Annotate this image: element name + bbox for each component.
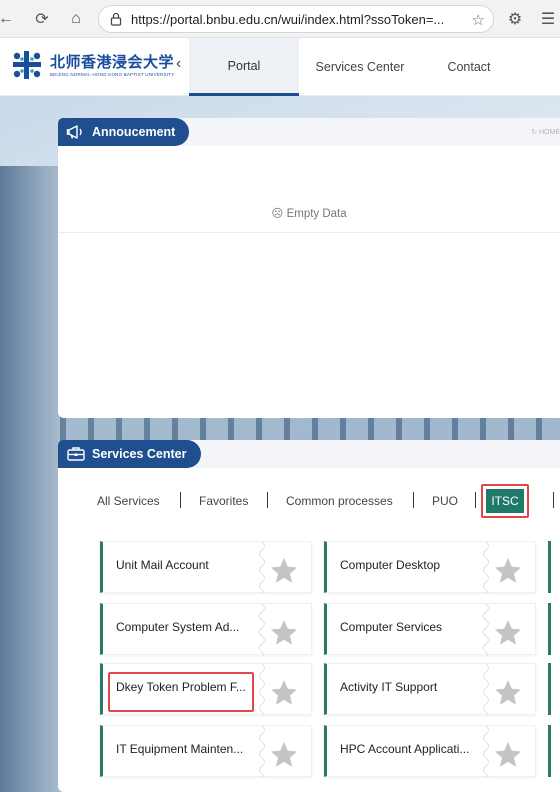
portal-header: 北师香港浸会大学 BEIJING NORMAL-HONG KONG BAPTIS… xyxy=(0,38,560,96)
service-item-label: Computer Desktop xyxy=(340,558,441,572)
service-item[interactable]: IT Equipment Mainten... xyxy=(100,725,312,779)
more-link[interactable]: ↻ HOME xyxy=(531,128,560,136)
announcement-card: Annoucement ↻ HOME ☹ Empty Data xyxy=(58,118,560,418)
service-item[interactable]: Computer Desktop xyxy=(324,541,536,595)
university-logo-icon xyxy=(13,51,41,79)
favorite-star-icon[interactable] xyxy=(493,556,523,586)
lock-icon xyxy=(110,12,122,26)
favorites-list-icon[interactable]: ☰ xyxy=(536,7,560,31)
service-item[interactable]: Computer Services xyxy=(324,603,536,657)
nav-tab-services-center[interactable]: Services Center xyxy=(305,38,415,96)
address-bar[interactable]: https://portal.bnbu.edu.cn/wui/index.htm… xyxy=(98,5,494,33)
favorite-star-icon[interactable] xyxy=(269,556,299,586)
extensions-icon[interactable]: ⚙ xyxy=(503,7,527,31)
service-item[interactable]: Computer System Ad... xyxy=(100,603,312,657)
services-center-title-tab: Services Center xyxy=(58,440,201,468)
dkey-highlight-box xyxy=(108,672,254,712)
service-item-label: Computer System Ad... xyxy=(116,620,240,634)
home-link-label: HOME xyxy=(539,129,560,136)
tab-itsc-label: ITSC xyxy=(491,494,519,508)
nav-tab-label: Services Center xyxy=(315,60,405,74)
nav-tab-contact[interactable]: Contact xyxy=(424,38,514,96)
tab-separator xyxy=(553,492,554,508)
decorative-wave xyxy=(483,663,493,717)
nav-tab-portal[interactable]: Portal xyxy=(189,38,299,96)
favorite-star-icon[interactable] xyxy=(493,678,523,708)
service-item-label: Activity IT Support xyxy=(340,680,438,694)
decorative-wave xyxy=(259,725,269,779)
nav-tab-label: Contact xyxy=(447,60,491,74)
favorite-star-icon[interactable] xyxy=(493,740,523,770)
service-item-partial[interactable] xyxy=(548,603,560,655)
nav-tab-label: Portal xyxy=(227,58,261,73)
favorite-star-icon[interactable]: ☆ xyxy=(472,11,485,29)
refresh-small-icon: ↻ xyxy=(531,129,539,136)
url-text: https://portal.bnbu.edu.cn/wui/index.htm… xyxy=(131,11,445,27)
tab-common-processes[interactable]: Common processes xyxy=(286,494,393,508)
favorite-star-icon[interactable] xyxy=(269,740,299,770)
service-item-label: IT Equipment Mainten... xyxy=(116,742,244,756)
refresh-icon[interactable]: ⟳ xyxy=(30,7,54,31)
service-item[interactable]: HPC Account Applicati... xyxy=(324,725,536,779)
service-item-label: Unit Mail Account xyxy=(116,558,209,572)
divider xyxy=(58,232,560,233)
service-item[interactable]: Unit Mail Account xyxy=(100,541,312,595)
service-item-label: HPC Account Applicati... xyxy=(340,742,470,756)
logo-title-cn: 北师香港浸会大学 xyxy=(50,53,175,71)
decorative-wave xyxy=(259,663,269,717)
favorite-star-icon[interactable] xyxy=(269,678,299,708)
back-icon[interactable]: ← xyxy=(0,7,18,31)
announcement-title: Annoucement xyxy=(92,125,176,139)
service-item-partial[interactable] xyxy=(548,725,560,777)
favorite-star-icon[interactable] xyxy=(269,618,299,648)
empty-data-label: Empty Data xyxy=(286,208,347,220)
browser-toolbar: ← ⟳ ⌂ https://portal.bnbu.edu.cn/wui/ind… xyxy=(0,0,560,38)
service-item-partial[interactable] xyxy=(548,541,560,593)
home-icon[interactable]: ⌂ xyxy=(64,7,88,31)
announcement-title-tab: Annoucement xyxy=(58,118,190,146)
megaphone-icon xyxy=(66,125,82,139)
decorative-wave xyxy=(483,541,493,595)
decorative-wave xyxy=(483,725,493,779)
tab-separator xyxy=(180,492,181,508)
logo-title-en: BEIJING NORMAL-HONG KONG BAPTIST UNIVERS… xyxy=(50,72,175,77)
service-item-label: Computer Services xyxy=(340,620,443,634)
building-shape xyxy=(0,166,60,792)
empty-data-message: ☹ Empty Data xyxy=(58,206,560,220)
tab-separator xyxy=(267,492,268,508)
tab-separator xyxy=(413,492,414,508)
favorite-star-icon[interactable] xyxy=(493,618,523,648)
chevron-left-icon[interactable]: ‹ xyxy=(176,55,181,73)
service-item[interactable]: Activity IT Support xyxy=(324,663,536,717)
decorative-wave xyxy=(259,603,269,657)
service-item-partial[interactable] xyxy=(548,663,560,715)
decorative-wave xyxy=(483,603,493,657)
services-center-title: Services Center xyxy=(92,447,187,461)
empty-face-icon: ☹ xyxy=(271,208,284,220)
tab-puo[interactable]: PUO xyxy=(432,494,458,508)
decorative-wave xyxy=(259,541,269,595)
tab-all-services[interactable]: All Services xyxy=(97,494,160,508)
tab-favorites[interactable]: Favorites xyxy=(199,494,248,508)
briefcase-icon xyxy=(67,447,85,461)
tab-separator xyxy=(475,492,476,508)
tab-itsc[interactable]: ITSC xyxy=(486,489,524,513)
